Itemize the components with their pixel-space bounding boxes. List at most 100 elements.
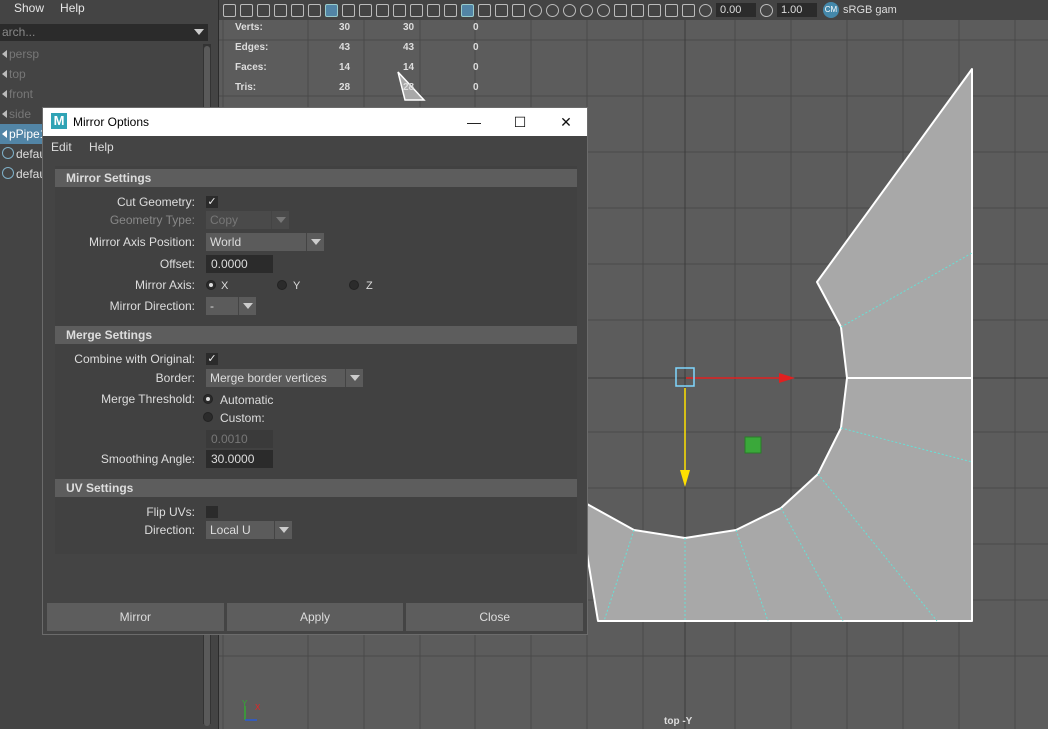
anti-alias-icon[interactable] — [597, 3, 610, 17]
shadows-icon[interactable] — [546, 3, 559, 17]
geometry-type-value: Copy — [210, 213, 239, 227]
flip-uvs-checkbox[interactable] — [206, 506, 218, 518]
axis-x-radio[interactable] — [206, 280, 216, 290]
backface-culling-icon[interactable] — [682, 3, 695, 17]
bookmark-icon[interactable] — [257, 3, 270, 17]
mirror-direction-dropdown[interactable]: - — [206, 297, 256, 315]
gamma-icon[interactable] — [760, 3, 773, 17]
cut-geometry-label: Cut Geometry: — [116, 195, 195, 209]
axis-z-label: Z — [366, 280, 373, 292]
xray-joints-icon[interactable] — [665, 3, 678, 17]
section-uv-settings[interactable]: UV Settings — [55, 479, 577, 497]
lights-icon[interactable] — [529, 3, 542, 17]
dialog-titlebar[interactable]: M Mirror Options — ☐ ✕ — [43, 108, 587, 136]
xray-icon[interactable] — [648, 3, 661, 17]
camera-select-icon[interactable] — [223, 3, 236, 17]
menu-help[interactable]: Help — [52, 0, 93, 18]
threshold-automatic-radio[interactable] — [203, 394, 213, 404]
threshold-custom-radio[interactable] — [203, 412, 213, 422]
geometry-type-dropdown[interactable]: Copy — [206, 211, 289, 229]
hud-row: Tris: 28 28 0 — [235, 82, 495, 102]
outliner-item-label: top — [9, 67, 26, 81]
chevron-down-icon[interactable] — [194, 29, 204, 35]
hud-value: 0 — [473, 22, 479, 33]
section-merge-settings[interactable]: Merge Settings — [55, 326, 577, 344]
close-button[interactable]: Close — [406, 603, 584, 631]
film-gate-icon[interactable] — [342, 3, 355, 17]
textured-icon[interactable] — [512, 3, 525, 17]
hud-value: 0 — [473, 42, 479, 53]
axis-z-radio[interactable] — [349, 280, 359, 290]
svg-text:X: X — [255, 703, 261, 712]
hud-value: 30 — [339, 22, 351, 33]
custom-threshold-field[interactable]: 0.0010 — [206, 430, 273, 448]
heads-up-poly-count: Verts: 30 30 0 Edges: 43 43 0 Faces: 14 14 0 Tris… — [235, 22, 495, 102]
border-value: Merge border vertices — [210, 371, 327, 385]
mirror-axis-label: Mirror Axis: — [135, 278, 195, 292]
flip-uvs-label: Flip UVs: — [146, 505, 195, 519]
outliner-item-label: pPipe1 — [9, 127, 47, 141]
mirror-button[interactable]: Mirror — [47, 603, 224, 631]
camera-attributes-icon[interactable] — [240, 3, 253, 17]
camera-icon — [2, 90, 7, 98]
exposure-icon[interactable] — [699, 3, 712, 17]
2d-pan-zoom-icon[interactable] — [291, 3, 304, 17]
dialog-menubar: Edit Help — [43, 136, 587, 158]
image-plane-icon[interactable] — [274, 3, 287, 17]
apply-button[interactable]: Apply — [226, 603, 404, 631]
mesh-icon — [2, 130, 7, 138]
maximize-icon[interactable]: ☐ — [497, 108, 543, 136]
mesh-upper-part[interactable] — [816, 68, 973, 379]
combine-label: Combine with Original: — [74, 352, 195, 366]
border-dropdown[interactable]: Merge border vertices — [206, 369, 363, 387]
outliner-item-persp[interactable]: persp — [0, 44, 203, 64]
smoothing-angle-field[interactable]: 30.0000 — [206, 450, 273, 468]
gamma-field[interactable]: 1.00 — [777, 3, 817, 17]
cut-geometry-checkbox[interactable]: ✓ — [206, 196, 218, 208]
camera-icon — [2, 110, 7, 118]
grid-icon[interactable] — [325, 3, 338, 17]
color-management-icon[interactable]: CM — [823, 2, 839, 18]
manip-y-arrow[interactable] — [680, 470, 690, 487]
wireframe-on-shaded-icon[interactable] — [495, 3, 508, 17]
minimize-icon[interactable]: — — [451, 108, 497, 136]
safe-action-icon[interactable] — [410, 3, 423, 17]
default-material-icon[interactable] — [478, 3, 491, 17]
close-icon[interactable]: ✕ — [543, 108, 589, 136]
outliner-item-front[interactable]: front — [0, 84, 203, 104]
axis-x-label: X — [221, 280, 229, 292]
offset-field[interactable]: 0.0000 — [206, 255, 273, 273]
combine-checkbox[interactable]: ✓ — [206, 353, 218, 365]
hud-value: 14 — [403, 62, 415, 73]
resolution-gate-icon[interactable] — [359, 3, 372, 17]
chevron-down-icon — [306, 233, 324, 251]
axis-y-radio[interactable] — [277, 280, 287, 290]
pivot-point-icon[interactable] — [744, 436, 762, 454]
axis-position-value: World — [210, 235, 242, 249]
hud-label: Edges: — [235, 42, 269, 53]
depth-of-field-icon[interactable] — [614, 3, 627, 17]
field-chart-icon[interactable] — [393, 3, 406, 17]
viewport-toolbar: 0.00 1.00 CM sRGB gam — [219, 0, 1048, 20]
outliner-item-top[interactable]: top — [0, 64, 203, 84]
isolate-select-icon[interactable] — [631, 3, 644, 17]
hud-value: 28 — [339, 82, 351, 93]
grease-pencil-icon[interactable] — [308, 3, 321, 17]
manip-x-arrow[interactable] — [779, 373, 795, 383]
colorspace-label[interactable]: sRGB gam — [843, 4, 897, 16]
menu-show[interactable]: Show — [6, 0, 52, 18]
safe-title-icon[interactable] — [427, 3, 440, 17]
motion-blur-icon[interactable] — [580, 3, 593, 17]
menu-edit[interactable]: Edit — [51, 140, 72, 154]
smooth-shade-icon[interactable] — [461, 3, 474, 17]
wireframe-icon[interactable] — [444, 3, 457, 17]
gate-mask-icon[interactable] — [376, 3, 389, 17]
uv-direction-dropdown[interactable]: Local U — [206, 521, 292, 539]
exposure-field[interactable]: 0.00 — [716, 3, 756, 17]
axis-position-dropdown[interactable]: World — [206, 233, 324, 251]
menu-help[interactable]: Help — [89, 140, 114, 154]
outliner-search-input[interactable]: arch... — [0, 24, 208, 41]
mesh-lower-part[interactable] — [577, 377, 973, 622]
ambient-occlusion-icon[interactable] — [563, 3, 576, 17]
section-mirror-settings[interactable]: Mirror Settings — [55, 169, 577, 187]
